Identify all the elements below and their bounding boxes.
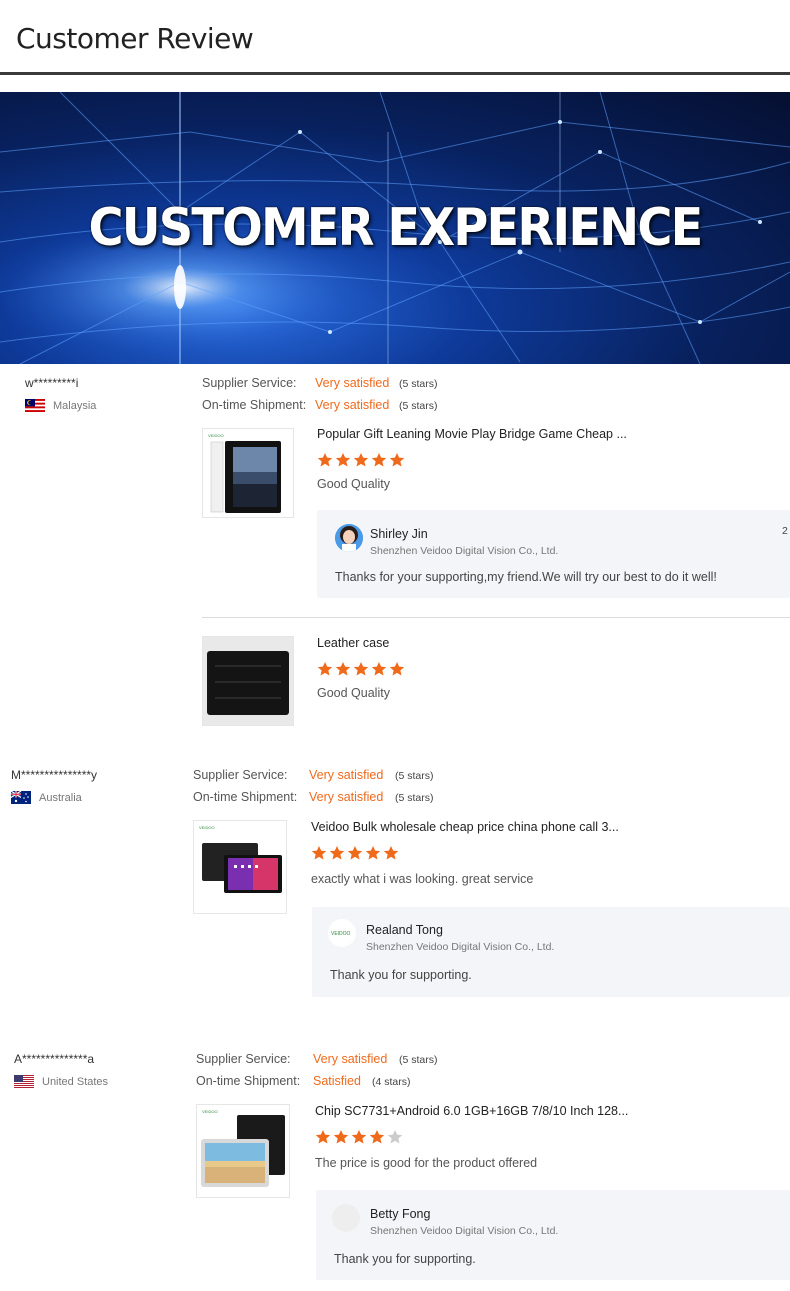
seller-name: Shirley Jin	[370, 527, 428, 541]
product-title[interactable]: Veidoo Bulk wholesale cheap price china …	[311, 820, 619, 834]
supplier-service-rating: Very satisfied	[309, 768, 384, 782]
country-name: Malaysia	[53, 399, 97, 412]
supplier-service-label: Supplier Service:	[202, 376, 297, 390]
product-star-rating	[315, 1129, 403, 1145]
star-icon	[389, 662, 405, 676]
reply-date: 2	[782, 525, 788, 537]
supplier-stars-note: (5 stars)	[399, 1054, 438, 1066]
star-icon	[335, 662, 351, 676]
star-icon	[317, 662, 333, 676]
seller-avatar	[335, 524, 363, 552]
seller-avatar: VEIDOO	[328, 919, 356, 947]
seller-reply: Betty Fong Shenzhen Veidoo Digital Visio…	[316, 1190, 790, 1280]
review-comment: Good Quality	[317, 686, 390, 700]
thumb-brand: VEIDOO	[208, 433, 224, 438]
header-divider	[0, 72, 790, 75]
seller-avatar	[332, 1204, 360, 1232]
product-star-rating	[311, 845, 399, 861]
star-icon	[365, 846, 381, 860]
shipment-rating: Very satisfied	[309, 790, 384, 804]
seller-company: Shenzhen Veidoo Digital Vision Co., Ltd.	[366, 941, 555, 953]
star-icon	[333, 1130, 349, 1144]
seller-reply: VEIDOO Realand Tong Shenzhen Veidoo Digi…	[312, 907, 790, 997]
seller-reply-text: Thanks for your supporting,my friend.We …	[335, 570, 717, 584]
seller-name: Realand Tong	[366, 923, 443, 937]
reviewer-name: w*********i	[25, 376, 79, 390]
star-icon	[353, 453, 369, 467]
star-icon	[389, 453, 405, 467]
product-title[interactable]: Chip SC7731+Android 6.0 1GB+16GB 7/8/10 …	[315, 1104, 628, 1118]
thumb-brand: VEIDOO	[202, 1109, 218, 1114]
reviewer-name: M***************y	[11, 768, 98, 782]
star-icon	[317, 453, 333, 467]
seller-reply-text: Thank you for supporting.	[330, 968, 472, 982]
shipment-rating: Satisfied	[313, 1074, 361, 1088]
product-thumbnail[interactable]: VEIDOO	[202, 428, 294, 518]
star-icon	[383, 846, 399, 860]
supplier-stars-note: (5 stars)	[395, 770, 434, 782]
product-star-rating	[317, 452, 405, 468]
page-title: Customer Review	[16, 22, 254, 55]
country-name: Australia	[39, 791, 82, 804]
country-name: United States	[42, 1075, 109, 1088]
reviewer-name: A**************a	[14, 1052, 95, 1066]
supplier-stars-note: (5 stars)	[399, 378, 438, 390]
star-icon	[353, 662, 369, 676]
avatar-brand: VEIDOO	[331, 931, 351, 937]
shipment-label: On-time Shipment:	[193, 790, 298, 804]
star-icon	[387, 1130, 403, 1144]
product-title[interactable]: Popular Gift Leaning Movie Play Bridge G…	[317, 427, 627, 441]
shipment-rating: Very satisfied	[315, 398, 390, 412]
seller-reply: Shirley Jin Shenzhen Veidoo Digital Visi…	[317, 510, 790, 598]
product-thumbnail[interactable]: VEIDOO	[196, 1104, 290, 1198]
us-flag-icon	[14, 1075, 34, 1088]
product-divider	[202, 617, 790, 618]
seller-company: Shenzhen Veidoo Digital Vision Co., Ltd.	[370, 545, 559, 557]
star-icon	[329, 846, 345, 860]
star-icon	[371, 453, 387, 467]
shipment-label: On-time Shipment:	[196, 1074, 301, 1088]
star-icon	[335, 453, 351, 467]
seller-name: Betty Fong	[370, 1207, 431, 1221]
banner-title: CUSTOMER EXPERIENCE	[88, 198, 703, 258]
supplier-service-label: Supplier Service:	[193, 768, 288, 782]
star-icon	[369, 1130, 385, 1144]
australia-flag-icon	[11, 791, 31, 804]
shipment-stars-note: (5 stars)	[399, 400, 438, 412]
supplier-service-rating: Very satisfied	[315, 376, 390, 390]
star-icon	[315, 1130, 331, 1144]
star-icon	[371, 662, 387, 676]
customer-experience-banner: CUSTOMER EXPERIENCE	[0, 92, 790, 364]
product-title[interactable]: Leather case	[317, 636, 389, 650]
review-comment: The price is good for the product offere…	[315, 1156, 538, 1170]
supplier-service-rating: Very satisfied	[313, 1052, 388, 1066]
product-star-rating	[317, 661, 405, 677]
reviewer-country: United States	[14, 1075, 108, 1088]
seller-reply-text: Thank you for supporting.	[334, 1252, 476, 1266]
review-comment: Good Quality	[317, 477, 390, 491]
reviewer-country: Australia	[11, 791, 82, 804]
reviewer-country: Malaysia	[25, 399, 96, 412]
page-header: Customer Review	[0, 0, 790, 76]
star-icon	[351, 1130, 367, 1144]
supplier-service-label: Supplier Service:	[196, 1052, 291, 1066]
shipment-stars-note: (5 stars)	[395, 792, 434, 804]
star-icon	[347, 846, 363, 860]
seller-company: Shenzhen Veidoo Digital Vision Co., Ltd.	[370, 1225, 559, 1237]
review-comment: exactly what i was looking. great servic…	[311, 872, 534, 886]
product-thumbnail[interactable]: VEIDOO	[193, 820, 287, 914]
thumb-brand: VEIDOO	[199, 825, 215, 830]
product-thumbnail[interactable]	[202, 636, 294, 726]
shipment-stars-note: (4 stars)	[372, 1076, 411, 1088]
shipment-label: On-time Shipment:	[202, 398, 307, 412]
malaysia-flag-icon	[25, 399, 45, 412]
star-icon	[311, 846, 327, 860]
